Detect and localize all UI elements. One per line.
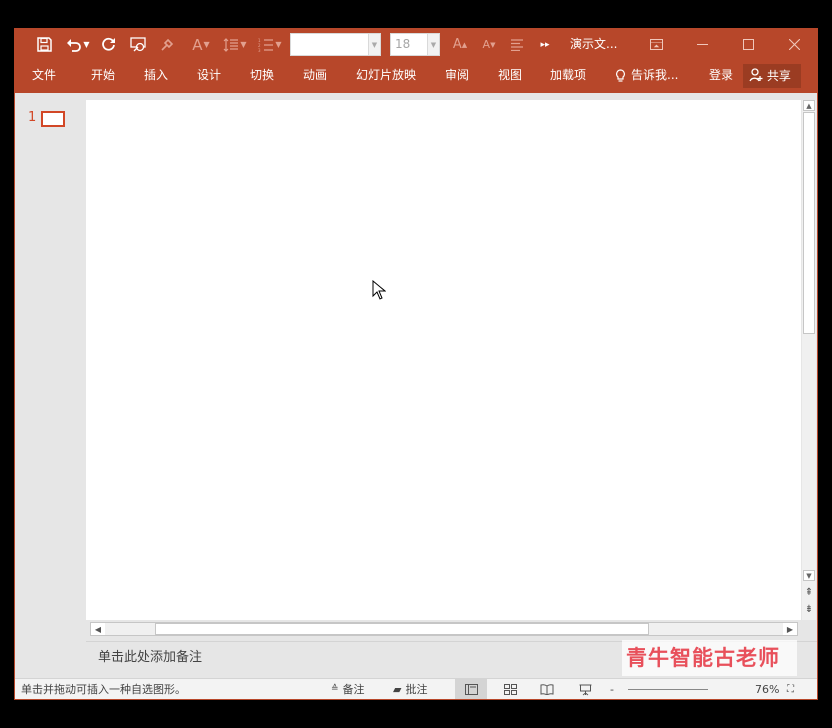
- share-label: 共享: [766, 69, 791, 83]
- scroll-up-icon[interactable]: ▲: [803, 100, 815, 111]
- format-painter-icon[interactable]: [157, 29, 177, 60]
- powerpoint-window: ▼ A▼ ▼ 123▼ ▼ 18 ▼ A▲ A▼ ▸▸ 演示文...: [14, 28, 818, 700]
- scroll-right-icon[interactable]: ▶: [783, 623, 797, 635]
- ribbon-tabs: 文件 开始 插入 设计 切换 动画 幻灯片放映 审阅 视图 加载项 告诉我...…: [15, 60, 817, 93]
- vertical-scrollbar[interactable]: ▲ ▼: [802, 100, 816, 620]
- zoom-slider[interactable]: [628, 689, 708, 690]
- minimize-icon[interactable]: [679, 29, 725, 60]
- decrease-font-size-icon[interactable]: A ▼: [480, 29, 498, 60]
- slide-canvas[interactable]: [86, 100, 801, 620]
- horizontal-scrollbar[interactable]: ◀ ▶: [90, 622, 798, 636]
- reading-view-icon[interactable]: [531, 679, 563, 699]
- save-icon[interactable]: [33, 29, 55, 60]
- svg-text:3: 3: [258, 48, 261, 52]
- vertical-scroll-thumb[interactable]: [803, 112, 815, 334]
- signin-link[interactable]: 登录: [709, 60, 733, 93]
- lightbulb-icon: [616, 68, 625, 82]
- numbering-icon[interactable]: 1 2 3 ▼: [255, 29, 285, 60]
- person-add-icon: [749, 68, 763, 82]
- notes-icon: ≙: [331, 684, 339, 694]
- tab-animations[interactable]: 动画: [303, 60, 327, 93]
- tab-review[interactable]: 审阅: [445, 60, 469, 93]
- zoom-level[interactable]: 76%: [755, 679, 779, 699]
- scroll-down-icon[interactable]: ▼: [803, 570, 815, 581]
- maximize-icon[interactable]: [725, 29, 771, 60]
- font-name-input[interactable]: [290, 33, 379, 56]
- comments-button[interactable]: ▰ 批注: [393, 679, 428, 699]
- next-slide-icon[interactable]: ⇟: [802, 602, 816, 616]
- font-size-input[interactable]: 18: [390, 33, 428, 56]
- present-from-start-icon[interactable]: [127, 29, 149, 60]
- tell-me-label: 告诉我...: [631, 68, 679, 82]
- close-icon[interactable]: [771, 29, 817, 60]
- previous-slide-icon[interactable]: ⇞: [802, 585, 816, 599]
- tab-transitions[interactable]: 切换: [250, 60, 274, 93]
- tab-view[interactable]: 视图: [498, 60, 522, 93]
- fit-slide-icon[interactable]: ⛶: [787, 679, 794, 699]
- slide-thumbnail[interactable]: [41, 111, 65, 127]
- more-icon[interactable]: ▸▸: [537, 29, 553, 60]
- line-spacing-icon[interactable]: ▼: [220, 29, 250, 60]
- font-color-icon[interactable]: A ▼: [187, 29, 215, 60]
- comments-label: 批注: [405, 683, 428, 696]
- slide-number: 1: [28, 110, 37, 125]
- tab-home[interactable]: 开始: [91, 60, 115, 93]
- tab-design[interactable]: 设计: [197, 60, 221, 93]
- undo-icon[interactable]: ▼: [63, 29, 93, 60]
- horizontal-scroll-thumb[interactable]: [155, 623, 649, 635]
- notes-toggle-label: 备注: [342, 683, 365, 696]
- comment-icon: ▰: [393, 683, 402, 696]
- redo-icon[interactable]: [97, 29, 119, 60]
- tab-slideshow[interactable]: 幻灯片放映: [356, 60, 416, 93]
- tell-me-box[interactable]: 告诉我...: [615, 60, 678, 91]
- status-bar: 单击并拖动可插入一种自选图形。 ≙ 备注 ▰ 批注 - 76% ⛶: [15, 678, 817, 699]
- watermark: 青牛智能古老师: [622, 640, 797, 676]
- tab-addins[interactable]: 加载项: [550, 60, 586, 93]
- tab-file[interactable]: 文件: [32, 60, 56, 93]
- tab-insert[interactable]: 插入: [144, 60, 168, 93]
- scroll-left-icon[interactable]: ◀: [91, 623, 105, 635]
- slide-thumbnail-pane: 1: [15, 93, 85, 678]
- increase-font-size-icon[interactable]: A ▲: [451, 29, 469, 60]
- document-title: 演示文...: [570, 37, 618, 51]
- align-icon[interactable]: [508, 29, 526, 60]
- ribbon-display-options-icon[interactable]: [633, 29, 679, 60]
- notes-toggle-button[interactable]: ≙ 备注: [331, 679, 365, 699]
- zoom-out-icon[interactable]: -: [610, 679, 614, 699]
- font-size-dropdown[interactable]: ▼: [427, 33, 440, 56]
- normal-view-icon[interactable]: [455, 679, 487, 699]
- mouse-cursor-icon: [372, 280, 386, 300]
- font-name-dropdown[interactable]: ▼: [368, 33, 381, 56]
- slide-sorter-icon[interactable]: [494, 679, 526, 699]
- slideshow-icon[interactable]: [569, 679, 601, 699]
- title-bar: ▼ A ▼ ▼ 1 2 3 ▼ ▼ 18 ▼ A ▲ A ▼ ▸▸ 演示文...: [15, 29, 817, 60]
- status-message: 单击并拖动可插入一种自选图形。: [21, 683, 186, 696]
- share-button[interactable]: 共享: [743, 64, 801, 88]
